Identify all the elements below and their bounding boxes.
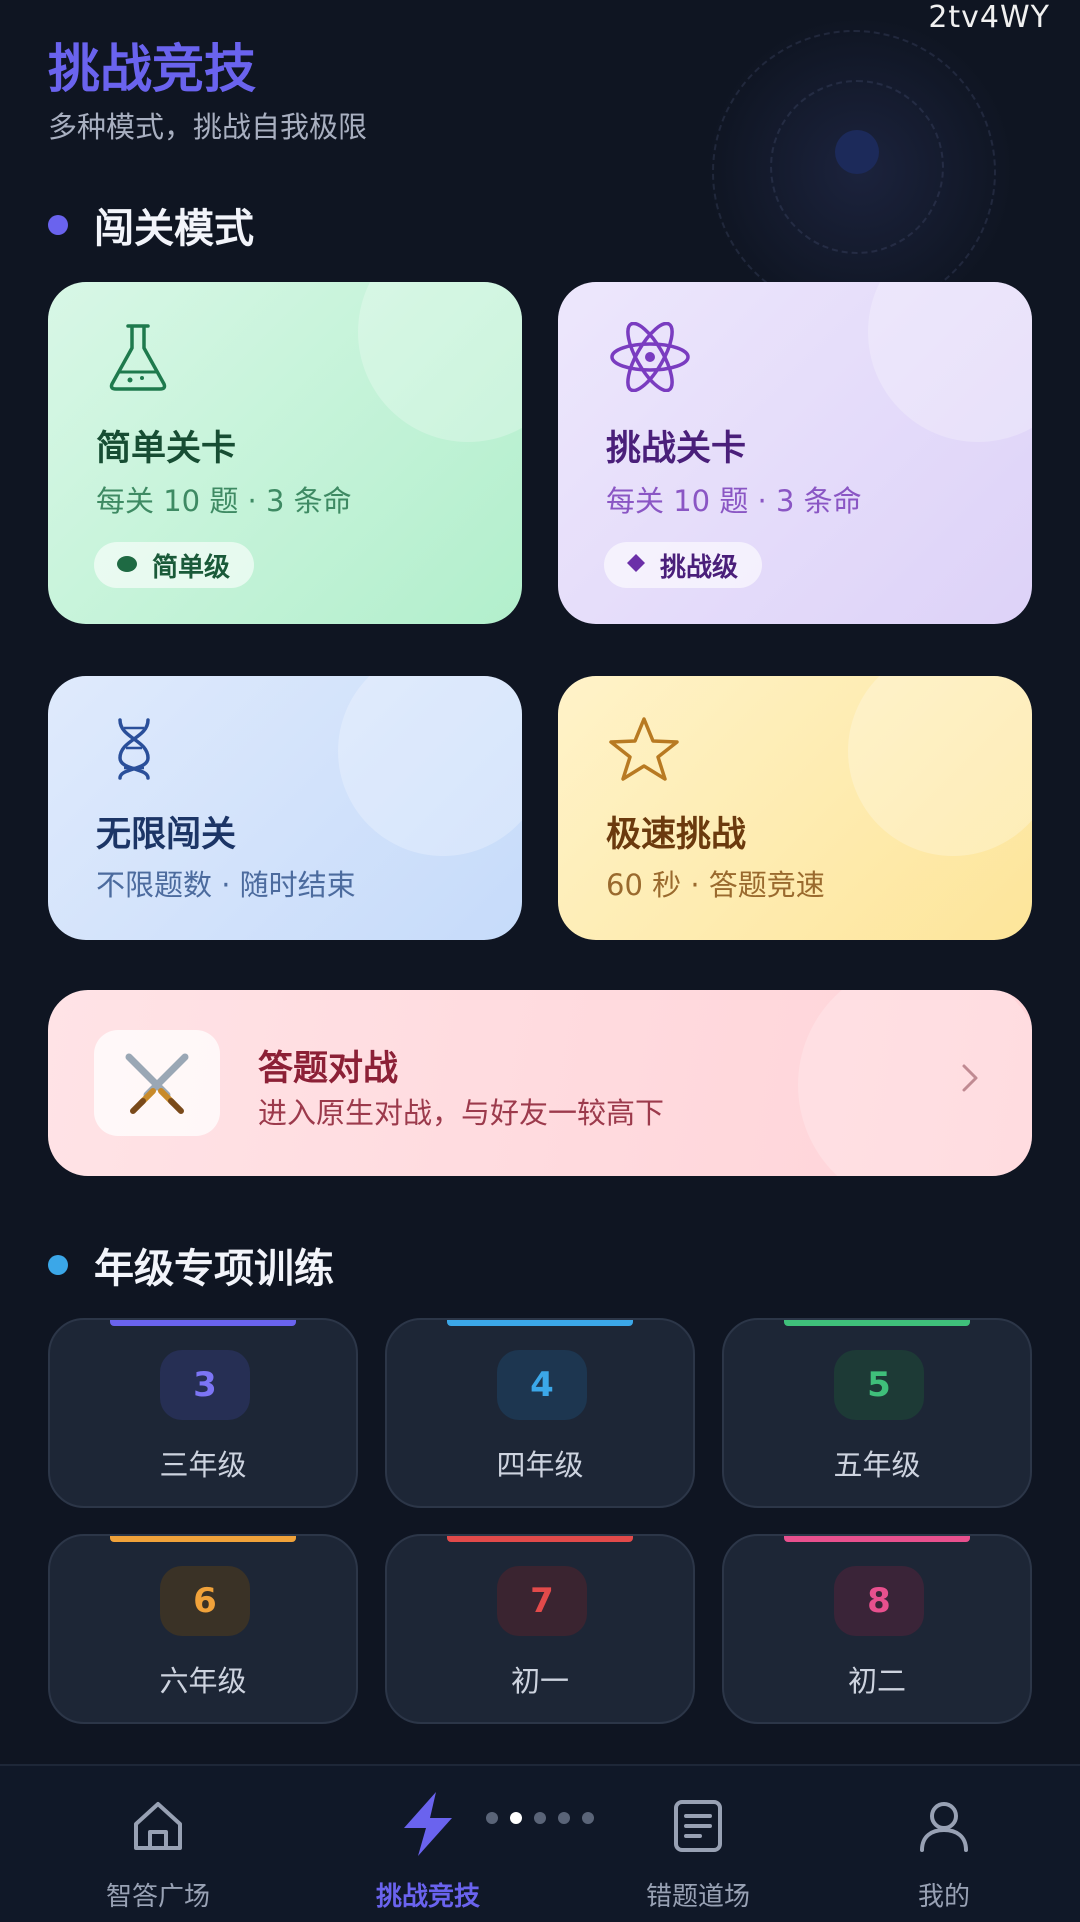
section-title: 闯关模式 xyxy=(94,206,254,252)
challenge-level-card[interactable]: 挑战关卡 每关 10 题 · 3 条命 挑战级 xyxy=(558,282,1032,624)
unlimited-level-card[interactable]: 无限闯关 不限题数 · 随时结束 xyxy=(48,676,522,940)
section-dot xyxy=(48,1255,68,1275)
nav-label: 错题道场 xyxy=(645,1882,750,1912)
section-grade-training: 年级专项训练 xyxy=(48,1236,334,1294)
grade-number: 3 xyxy=(160,1350,250,1420)
easy-level-card[interactable]: 简单关卡 每关 10 题 · 3 条命 简单级 xyxy=(48,282,522,624)
home-icon xyxy=(128,1796,188,1856)
grade-label: 四年级 xyxy=(496,1448,584,1482)
grade-accent-bar xyxy=(110,1536,296,1542)
grade-number: 6 xyxy=(160,1566,250,1636)
speed-challenge-card[interactable]: 极速挑战 60 秒 · 答题竞速 xyxy=(558,676,1032,940)
grade-number: 4 xyxy=(497,1350,587,1420)
grade-label: 五年级 xyxy=(833,1448,921,1482)
user-icon xyxy=(914,1796,974,1856)
grade-card-3[interactable]: 3 三年级 xyxy=(48,1318,358,1508)
section-level-mode: 闯关模式 xyxy=(48,196,254,254)
mode-title: 无限闯关 xyxy=(96,815,237,855)
flask-icon xyxy=(106,322,170,396)
battle-title: 答题对战 xyxy=(258,1049,399,1089)
grade-card-4[interactable]: 4 四年级 xyxy=(385,1318,695,1508)
notebook-icon xyxy=(668,1796,728,1856)
grade-card-7[interactable]: 7 初一 xyxy=(385,1534,695,1724)
lightning-icon xyxy=(392,1788,464,1860)
dot-icon xyxy=(116,550,138,580)
grade-number: 7 xyxy=(497,1566,587,1636)
grade-accent-bar xyxy=(784,1320,970,1326)
grade-accent-bar xyxy=(784,1536,970,1542)
mode-title: 挑战关卡 xyxy=(606,429,747,469)
mode-desc: 60 秒 · 答题竞速 xyxy=(606,868,825,902)
section-title: 年级专项训练 xyxy=(94,1246,334,1292)
watermark-text: 2tv4WY xyxy=(928,0,1050,35)
difficulty-badge: 简单级 xyxy=(94,542,255,588)
grade-accent-bar xyxy=(110,1320,296,1326)
page-dot xyxy=(486,1812,498,1824)
dna-icon xyxy=(114,718,154,784)
page-header: 挑战竞技 多种模式，挑战自我极限 xyxy=(48,40,367,146)
battle-desc: 进入原生对战，与好友一较高下 xyxy=(258,1096,665,1130)
grade-label: 初一 xyxy=(510,1664,569,1698)
page-subtitle: 多种模式，挑战自我极限 xyxy=(48,110,368,144)
grade-label: 六年级 xyxy=(159,1664,247,1698)
page-title: 挑战竞技 xyxy=(48,40,257,100)
badge-label: 简单级 xyxy=(152,552,231,583)
difficulty-badge: 挑战级 xyxy=(604,542,763,588)
grade-card-6[interactable]: 6 六年级 xyxy=(48,1534,358,1724)
page-dot xyxy=(534,1812,546,1824)
mode-desc: 每关 10 题 · 3 条命 xyxy=(96,484,352,518)
grade-number: 5 xyxy=(834,1350,924,1420)
chevron-right-icon xyxy=(960,1062,980,1098)
page-dot-active xyxy=(510,1812,522,1824)
grade-card-8[interactable]: 8 初二 xyxy=(722,1534,1032,1724)
page-dot xyxy=(558,1812,570,1824)
mode-title: 极速挑战 xyxy=(606,815,747,855)
crossed-swords-icon xyxy=(94,1030,220,1136)
grade-number: 8 xyxy=(834,1566,924,1636)
mode-desc: 每关 10 题 · 3 条命 xyxy=(606,484,862,518)
nav-item-home[interactable]: 智答广场 xyxy=(48,1766,268,1922)
nav-item-wrong-questions[interactable]: 错题道场 xyxy=(588,1766,808,1922)
bottom-nav: 智答广场 挑战竞技 错题道场 我的 xyxy=(0,1764,1080,1922)
grade-label: 三年级 xyxy=(159,1448,247,1482)
grade-accent-bar xyxy=(447,1320,633,1326)
nav-label: 挑战竞技 xyxy=(375,1882,480,1912)
grade-label: 初二 xyxy=(847,1664,906,1698)
background-dot xyxy=(835,130,879,174)
nav-item-challenge[interactable]: 挑战竞技 xyxy=(318,1766,538,1922)
nav-label: 我的 xyxy=(917,1882,970,1912)
nav-item-profile[interactable]: 我的 xyxy=(834,1766,1054,1922)
quiz-battle-card[interactable]: 答题对战 进入原生对战，与好友一较高下 xyxy=(48,990,1032,1176)
grade-card-5[interactable]: 5 五年级 xyxy=(722,1318,1032,1508)
nav-label: 智答广场 xyxy=(105,1882,210,1912)
atom-icon xyxy=(608,321,692,396)
badge-label: 挑战级 xyxy=(660,552,739,583)
diamond-icon xyxy=(626,550,646,580)
mode-desc: 不限题数 · 随时结束 xyxy=(96,868,356,902)
grade-accent-bar xyxy=(447,1536,633,1542)
star-icon xyxy=(604,716,684,786)
mode-title: 简单关卡 xyxy=(96,429,237,469)
section-dot xyxy=(48,215,68,235)
